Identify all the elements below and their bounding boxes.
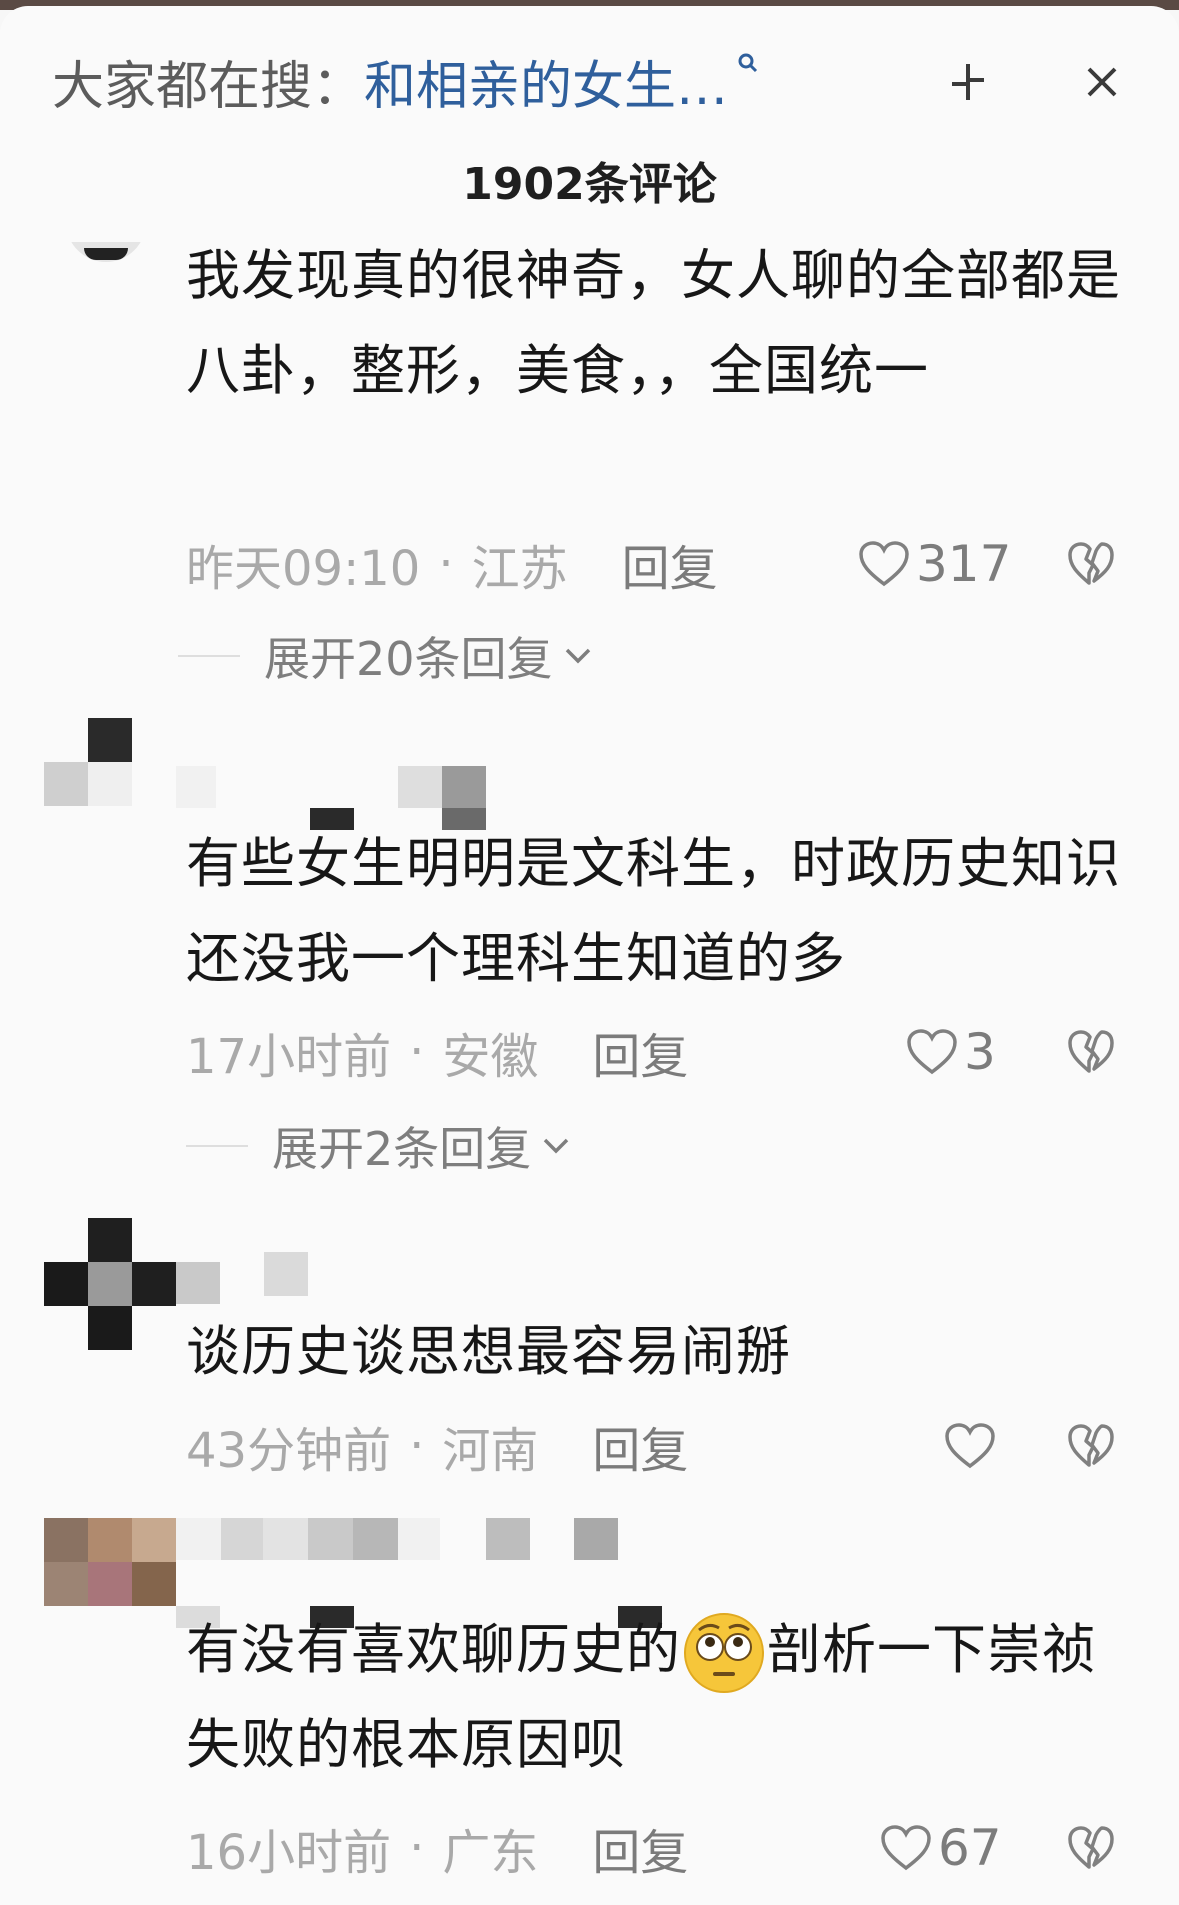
comment-time: 43分钟前 — [186, 1423, 392, 1479]
search-prefix: 大家都在搜： — [52, 56, 365, 117]
heart-icon — [859, 541, 909, 587]
comment-text-before-emoji: 有没有喜欢聊历史的 — [186, 1618, 681, 1681]
like-count: 317 — [916, 535, 1012, 593]
flushed-face-emoji — [684, 1613, 764, 1694]
meta-separator: · — [409, 1418, 425, 1474]
comment-text: 有没有喜欢聊历史的 剖析一下崇祯失败的根本原因呗 — [186, 1602, 1126, 1792]
comment-time: 昨天09:10 — [186, 541, 421, 597]
broken-heart-icon — [1068, 542, 1114, 585]
avatar[interactable] — [44, 718, 132, 806]
username-pixelated — [486, 1518, 530, 1560]
comment-text: 我发现真的很神奇，女人聊的全部都是八卦，整形，美食，，全国统一 — [186, 244, 1121, 402]
like-button[interactable] — [944, 1416, 1002, 1476]
meta-separator: · — [409, 1820, 425, 1876]
username-pixelated — [398, 766, 486, 808]
like-button[interactable]: 67 — [880, 1818, 1002, 1878]
close-icon[interactable] — [1074, 54, 1130, 110]
expand-replies[interactable]: 展开20条回复 — [178, 626, 593, 686]
broken-heart-icon — [1068, 1826, 1114, 1869]
dislike-button[interactable] — [1065, 1022, 1117, 1082]
comment-meta: 43分钟前 · 河南 回复 — [186, 1416, 688, 1479]
like-button[interactable]: 3 — [906, 1022, 996, 1082]
broken-heart-icon — [1068, 1424, 1114, 1467]
comment-location: 广东 — [442, 1825, 539, 1881]
divider-line — [178, 655, 240, 657]
comment-meta: 17小时前 · 安徽 回复 — [186, 1022, 688, 1085]
reply-button[interactable]: 回复 — [592, 1813, 688, 1883]
comment-meta: 16小时前 · 广东 回复 — [186, 1818, 688, 1881]
heart-icon — [881, 1825, 931, 1871]
comments-panel: 大家都在搜： 和相亲的女生… 1902条评论 我发现真的很神奇，女人聊的全部都是… — [0, 6, 1179, 1905]
chevron-down-icon — [565, 648, 590, 664]
comment-text: 谈历史谈思想最容易闹掰 — [186, 1320, 791, 1383]
expand-label: 展开2条回复 — [272, 1122, 532, 1176]
comment-location: 安徽 — [442, 1029, 539, 1085]
search-icon — [736, 49, 760, 82]
meta-separator: · — [438, 536, 454, 592]
divider-line — [186, 1145, 248, 1147]
chevron-down-icon — [544, 1138, 569, 1154]
search-query-link[interactable]: 和相亲的女生… — [364, 44, 728, 119]
like-count: 67 — [938, 1819, 1002, 1877]
reply-button[interactable]: 回复 — [592, 1017, 688, 1087]
comment-time: 17小时前 — [186, 1029, 392, 1085]
like-count: 3 — [964, 1023, 996, 1081]
expand-replies[interactable]: 展开2条回复 — [186, 1116, 571, 1176]
username-pixelated — [176, 766, 216, 808]
dislike-button[interactable] — [1065, 1416, 1117, 1476]
comment-text: 有些女生明明是文科生，时政历史知识还没我一个理科生知道的多 — [186, 832, 1121, 990]
expand-label: 展开20条回复 — [264, 632, 553, 686]
avatar[interactable] — [44, 1518, 176, 1606]
comment-location: 江苏 — [471, 541, 568, 597]
avatar[interactable] — [44, 1218, 176, 1350]
username-pixelated — [176, 1262, 220, 1304]
comment-location: 河南 — [442, 1423, 539, 1479]
meta-separator: · — [409, 1024, 425, 1080]
like-button[interactable]: 317 — [858, 534, 1011, 594]
reply-button[interactable]: 回复 — [622, 529, 718, 599]
reply-button[interactable]: 回复 — [592, 1411, 688, 1481]
suggested-search[interactable]: 大家都在搜： 和相亲的女生… — [52, 36, 760, 126]
username-pixelated — [574, 1518, 618, 1560]
collapse-icon[interactable] — [940, 54, 996, 110]
heart-icon — [907, 1029, 957, 1075]
comment-time: 16小时前 — [186, 1825, 392, 1881]
heart-icon — [945, 1423, 995, 1469]
comment-meta: 昨天09:10 · 江苏 回复 — [186, 534, 718, 597]
broken-heart-icon — [1068, 1030, 1114, 1073]
dislike-button[interactable] — [1065, 534, 1117, 594]
comment-count: 1902条评论 — [462, 159, 717, 210]
dislike-button[interactable] — [1065, 1818, 1117, 1878]
username-pixelated — [264, 1252, 308, 1296]
avatar[interactable] — [66, 242, 146, 262]
username-pixelated — [176, 1518, 440, 1560]
